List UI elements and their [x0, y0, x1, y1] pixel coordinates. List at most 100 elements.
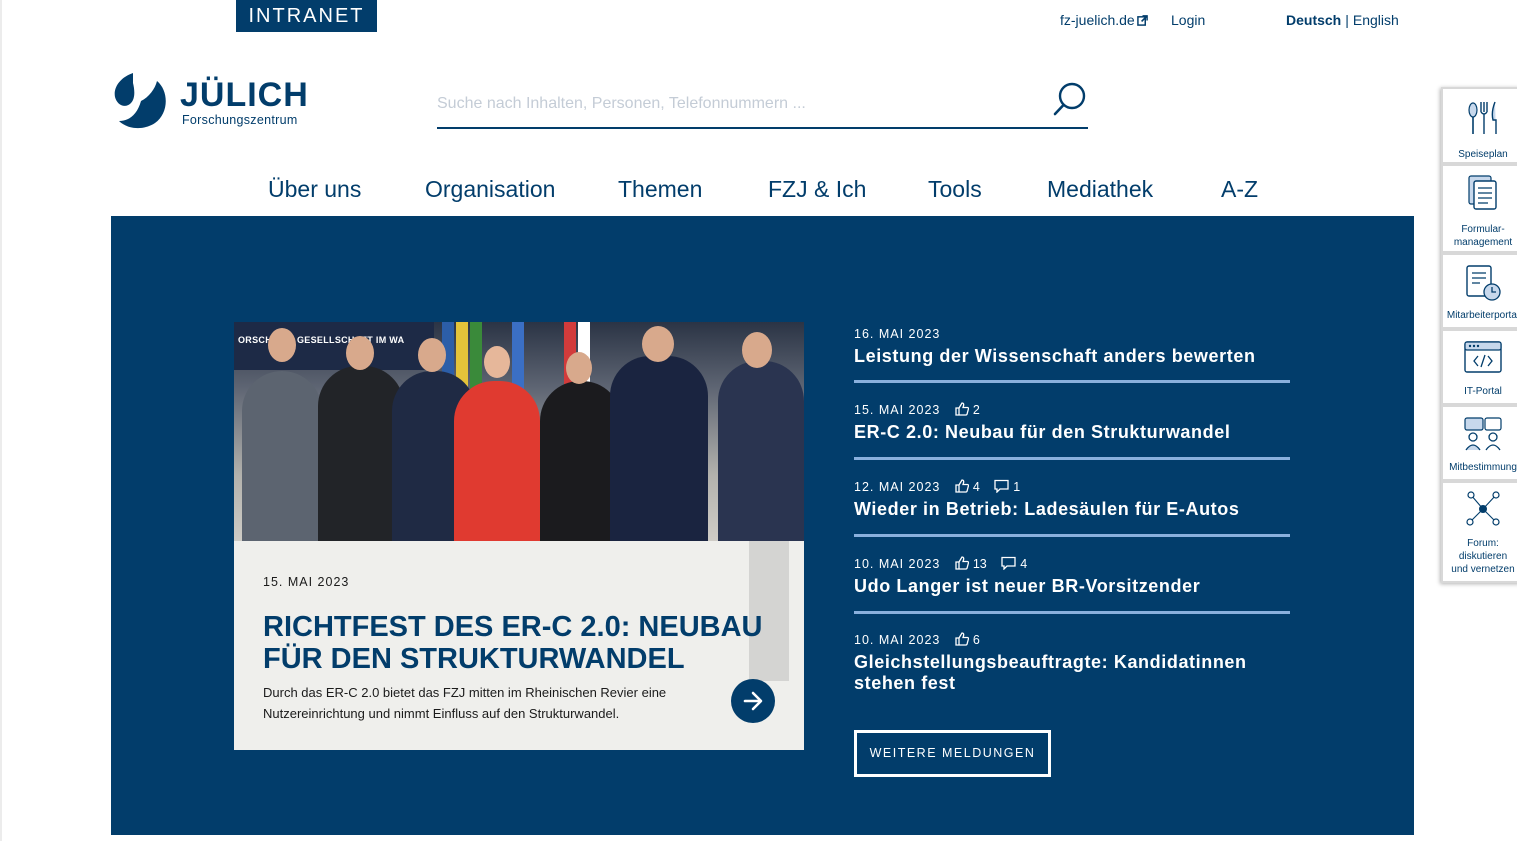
news-date: 15. MAI 2023	[854, 403, 941, 417]
person	[242, 371, 322, 541]
like-count: 6	[955, 632, 980, 647]
sidebar-item-label-line2: management	[1453, 237, 1513, 248]
arrow-right-icon	[743, 691, 763, 711]
people-chat-icon	[1464, 417, 1502, 451]
login-link-label[interactable]: Login	[1171, 12, 1205, 28]
sidebar-item-label: Formular-	[1461, 224, 1505, 235]
sidebar-item-it-portal[interactable]: IT-Portal	[1443, 331, 1517, 403]
sidebar-item-label: Mitbestimmung	[1449, 462, 1517, 473]
feature-title[interactable]: RICHTFEST DES ER-C 2.0: NEUBAU FÜR DEN S…	[263, 611, 763, 675]
nav-fzj-ich[interactable]: FZJ & Ich	[768, 176, 866, 203]
network-icon	[1466, 491, 1500, 526]
more-news-button[interactable]: WEITERE MELDUNGEN	[854, 730, 1051, 777]
photo-banner-text: ORSCHE NE GESELLSCHAFT IM WA	[238, 335, 405, 345]
flag	[470, 322, 482, 392]
person-head	[642, 326, 674, 362]
sidebar-item-formularmanagement[interactable]: Formular- management	[1443, 166, 1517, 251]
comment-count-value: 1	[1013, 480, 1021, 494]
news-item[interactable]: 10. MAI 2023 6 Gleichstellungsbeauftragt…	[854, 632, 1290, 702]
sidebar-item-label: Mitarbeiterportal	[1446, 310, 1517, 321]
news-date: 12. MAI 2023	[854, 480, 941, 494]
external-site-link-label[interactable]: fz-juelich.de	[1060, 12, 1135, 28]
news-title[interactable]: Leistung der Wissenschaft anders bewerte…	[854, 346, 1290, 367]
comment-count: 1	[994, 479, 1021, 494]
intranet-badge: INTRANET	[236, 0, 377, 32]
sidebar-item-speiseplan[interactable]: Speiseplan	[1443, 89, 1517, 162]
nav-a-z[interactable]: A-Z	[1221, 176, 1258, 203]
cutlery-icon	[1468, 101, 1497, 134]
nav-themen[interactable]: Themen	[618, 176, 702, 203]
sidebar-item-label-line3: und vernetzen	[1451, 564, 1515, 575]
news-date: 16. MAI 2023	[854, 327, 941, 341]
login-link[interactable]: Login	[1171, 12, 1205, 28]
thumbs-up-icon	[955, 402, 969, 416]
person-head	[268, 328, 296, 362]
sidebar-item-forum[interactable]: Forum: diskutieren und vernetzen	[1443, 483, 1517, 581]
feature-card[interactable]: ORSCHE NE GESELLSCHAFT IM WA 15. MAI 202…	[234, 322, 804, 750]
news-item[interactable]: 12. MAI 2023 4 1 Wieder in Betrieb: Lade…	[854, 479, 1290, 537]
page-left-border	[0, 0, 2, 841]
logo-mark-icon	[114, 73, 166, 129]
search-icon	[1053, 82, 1086, 116]
code-window-icon	[1464, 341, 1502, 373]
sidebar-item-label: Speiseplan	[1458, 149, 1508, 160]
news-item[interactable]: 10. MAI 2023 13 4 Udo Langer ist neuer B…	[854, 556, 1290, 614]
comment-icon	[994, 479, 1009, 494]
sidebar-item-label: IT-Portal	[1464, 386, 1502, 397]
sidebar-item-mitarbeiterportal[interactable]: Mitarbeiterportal	[1443, 255, 1517, 327]
feature-photo: ORSCHE NE GESELLSCHAFT IM WA	[234, 322, 804, 541]
news-title[interactable]: Udo Langer ist neuer BR-Vorsitzender	[854, 576, 1290, 597]
news-date: 10. MAI 2023	[854, 633, 941, 647]
form-icon	[1468, 175, 1497, 210]
like-count-value: 2	[972, 403, 980, 417]
sidebar-item-mitbestimmung[interactable]: Mitbestimmung	[1443, 407, 1517, 479]
news-item[interactable]: 15. MAI 2023 2 ER-C 2.0: Neubau für den …	[854, 402, 1290, 460]
search-bar	[437, 78, 1088, 129]
comment-count-value: 4	[1020, 557, 1028, 571]
logo-subtitle: Forschungszentrum	[182, 113, 298, 127]
person-head	[484, 346, 510, 378]
quick-access-sidebar: Speiseplan Formular- management Mitarbei…	[1441, 87, 1517, 583]
lang-english[interactable]: English	[1353, 12, 1399, 28]
news-title[interactable]: Wieder in Betrieb: Ladesäulen für E-Auto…	[854, 499, 1290, 520]
external-link-icon	[1136, 15, 1148, 26]
feature-read-more-button[interactable]	[731, 679, 775, 723]
person-head	[742, 332, 772, 368]
flag	[512, 322, 524, 392]
like-count-value: 13	[972, 557, 987, 571]
main-navigation: Über uns Organisation Themen FZJ & Ich T…	[0, 176, 1517, 210]
logo-wordmark: JÜLICH	[180, 76, 309, 114]
thumbs-up-icon	[955, 556, 969, 570]
person-head	[566, 352, 592, 384]
search-input[interactable]	[437, 90, 1037, 118]
news-date: 10. MAI 2023	[854, 557, 941, 571]
sidebar-item-label-line2: diskutieren	[1458, 551, 1508, 562]
person	[718, 361, 804, 541]
person-head	[418, 338, 446, 372]
sidebar-item-label: Forum:	[1467, 538, 1499, 549]
nav-organisation[interactable]: Organisation	[425, 176, 555, 203]
news-item[interactable]: 16. MAI 2023 Leistung der Wissenschaft a…	[854, 326, 1290, 383]
like-count-value: 4	[972, 480, 980, 494]
like-count-value: 6	[972, 633, 980, 647]
nav-ueber-uns[interactable]: Über uns	[268, 176, 361, 203]
nav-tools[interactable]: Tools	[928, 176, 982, 203]
person	[610, 356, 708, 541]
news-title[interactable]: Gleichstellungsbeauftragte: Kandidatinne…	[854, 652, 1290, 694]
news-title[interactable]: ER-C 2.0: Neubau für den Strukturwandel	[854, 422, 1290, 443]
person	[454, 381, 540, 541]
search-button[interactable]	[1052, 80, 1088, 118]
thumbs-up-icon	[955, 632, 969, 646]
like-count: 4	[955, 479, 980, 494]
lang-deutsch[interactable]: Deutsch	[1286, 12, 1341, 28]
nav-mediathek[interactable]: Mediathek	[1047, 176, 1153, 203]
photo-banner: ORSCHE NE GESELLSCHAFT IM WA	[234, 322, 434, 370]
portal-clock-icon	[1466, 265, 1501, 301]
feature-date: 15. MAI 2023	[263, 575, 350, 589]
juelich-logo[interactable]: JÜLICH Forschungszentrum	[111, 71, 321, 131]
external-site-link[interactable]: fz-juelich.de	[1060, 12, 1148, 28]
feature-teaser: Durch das ER-C 2.0 bietet das FZJ mitten…	[263, 685, 667, 721]
thumbs-up-icon	[955, 479, 969, 493]
lang-separator: |	[1345, 12, 1349, 28]
person-head	[346, 336, 374, 370]
